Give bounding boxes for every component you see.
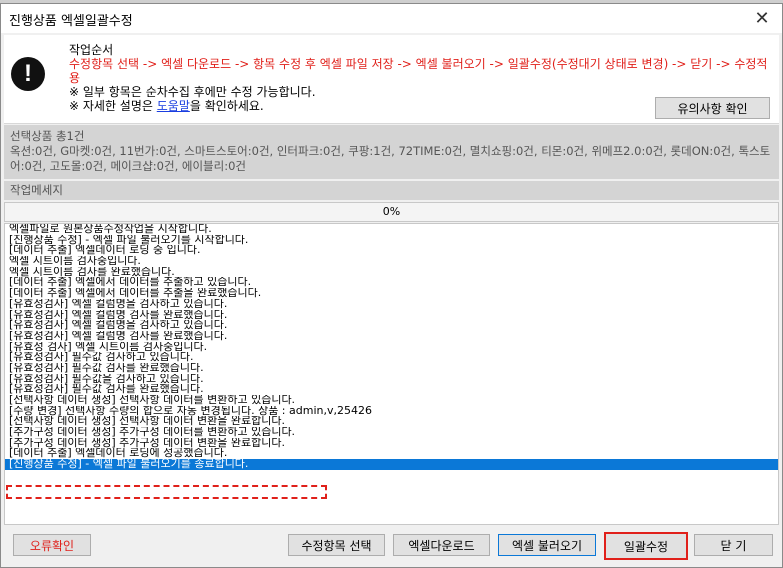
messages-header: 작업메세지: [4, 181, 779, 200]
excel-download-button[interactable]: 엑셀다운로드: [393, 534, 490, 556]
note-2-suffix: 을 확인하세요.: [189, 99, 264, 113]
log-line[interactable]: [선택사항 데이터 생성] 선택사항 데이터 변환을 완료합니다.: [5, 416, 778, 427]
instructions-steps: 수정항목 선택 -> 엑셀 다운로드 -> 항목 수정 후 엑셀 파일 저장 -…: [69, 57, 768, 85]
log-line[interactable]: [유효성검사] 엑셀 컬럼명 검사를 완료했습니다.: [5, 310, 778, 321]
log-line[interactable]: [추가구성 데이터 생성] 추가구성 데이터 변환을 완료합니다.: [5, 438, 778, 449]
selected-line-highlight: [6, 485, 327, 499]
caution-check-button[interactable]: 유의사항 확인: [655, 97, 770, 119]
log-line[interactable]: [데이터 추출] 엑셀데이터 로딩 중 입니다.: [5, 245, 778, 256]
log-line[interactable]: [데이터 추출] 엑셀데이터 로딩에 성공했습니다.: [5, 448, 778, 459]
title-bar: 진행상품 엑셀일괄수정 ✕: [1, 4, 782, 33]
button-bar: 오류확인 수정항목 선택 엑셀다운로드 엑셀 불러오기 일괄수정 닫 기: [1, 527, 782, 567]
log-line[interactable]: [유효성검사] 엑셀 컬럼명을 검사하고 있습니다.: [5, 320, 778, 331]
log-line[interactable]: [선택사항 데이터 생성] 선택사항 데이터를 변환하고 있습니다.: [5, 395, 778, 406]
progress-text: 0%: [382, 205, 401, 218]
log-line[interactable]: [데이터 추출] 엑셀에서 데이터를 추출하고 있습니다.: [5, 277, 778, 288]
close-button[interactable]: 닫 기: [694, 534, 773, 556]
summary-title: 선택상품 총1건: [10, 129, 85, 143]
log-line[interactable]: [추가구성 데이터 생성] 추가구성 데이터를 변환하고 있습니다.: [5, 427, 778, 438]
exclamation-icon: !: [11, 57, 45, 91]
log-line[interactable]: [유효성검사] 필수값 검사하고 있습니다.: [5, 352, 778, 363]
window-title: 진행상품 엑셀일괄수정: [9, 14, 133, 29]
log-line[interactable]: [유효성검사] 엑셀 컬럼명 검사를 완료했습니다.: [5, 331, 778, 342]
summary-detail: 옥션:0건, G마켓:0건, 11번가:0건, 스마트스토어:0건, 인터파크:…: [10, 144, 771, 173]
dialog-window: 진행상품 엑셀일괄수정 ✕ ! 작업순서 수정항목 선택 -> 엑셀 다운로드 …: [0, 3, 783, 568]
log-line[interactable]: [진행상품 수정] - 엑셀 파일 불러오기를 종료합니다.: [5, 459, 778, 470]
error-check-button[interactable]: 오류확인: [13, 534, 91, 556]
log-line[interactable]: [진행상품 수정] - 엑셀 파일 불러오기를 시작합니다.: [5, 235, 778, 246]
instruction-panel: ! 작업순서 수정항목 선택 -> 엑셀 다운로드 -> 항목 수정 후 엑셀 …: [4, 35, 779, 124]
note-2-prefix: ※ 자세한 설명은: [69, 99, 157, 113]
progress-bar: 0%: [4, 202, 779, 222]
log-line[interactable]: [유효성검사] 필수값 검사를 완료했습니다.: [5, 363, 778, 374]
select-items-button[interactable]: 수정항목 선택: [288, 534, 385, 556]
help-link[interactable]: 도움말: [157, 99, 190, 113]
bulk-edit-button[interactable]: 일괄수정: [604, 532, 688, 560]
selection-summary: 선택상품 총1건 옥션:0건, G마켓:0건, 11번가:0건, 스마트스토어:…: [4, 125, 779, 179]
log-line[interactable]: [유효성 검사] 엑셀 시트이름 검사중입니다.: [5, 342, 778, 353]
log-line[interactable]: [유효성검사] 필수값 검사를 완료했습니다.: [5, 384, 778, 395]
log-line[interactable]: 엑셀파일로 원본상품수정작업을 시작합니다.: [5, 224, 778, 235]
log-line[interactable]: [유효성검사] 엑셀 컬럼명을 검사하고 있습니다.: [5, 299, 778, 310]
message-log[interactable]: 엑셀파일로 원본상품수정작업을 시작합니다. [진행상품 수정] - 엑셀 파일 …: [4, 223, 779, 525]
instructions-heading: 작업순서: [69, 43, 114, 57]
close-icon[interactable]: ✕: [742, 4, 782, 33]
log-line[interactable]: [수량 변경] 선택사항 수량의 합으로 자동 변경됩니다. 상품 : admi…: [5, 406, 778, 417]
log-line[interactable]: [유효성검사] 필수값을 검사하고 있습니다.: [5, 374, 778, 385]
log-line[interactable]: 엑셀 시트이름 검사를 완료했습니다.: [5, 267, 778, 278]
excel-load-button[interactable]: 엑셀 불러오기: [498, 534, 596, 556]
log-line[interactable]: [데이터 추출] 엑셀에서 데이터를 추출을 완료했습니다.: [5, 288, 778, 299]
log-line[interactable]: 엑셀 시트이름 검사중입니다.: [5, 256, 778, 267]
